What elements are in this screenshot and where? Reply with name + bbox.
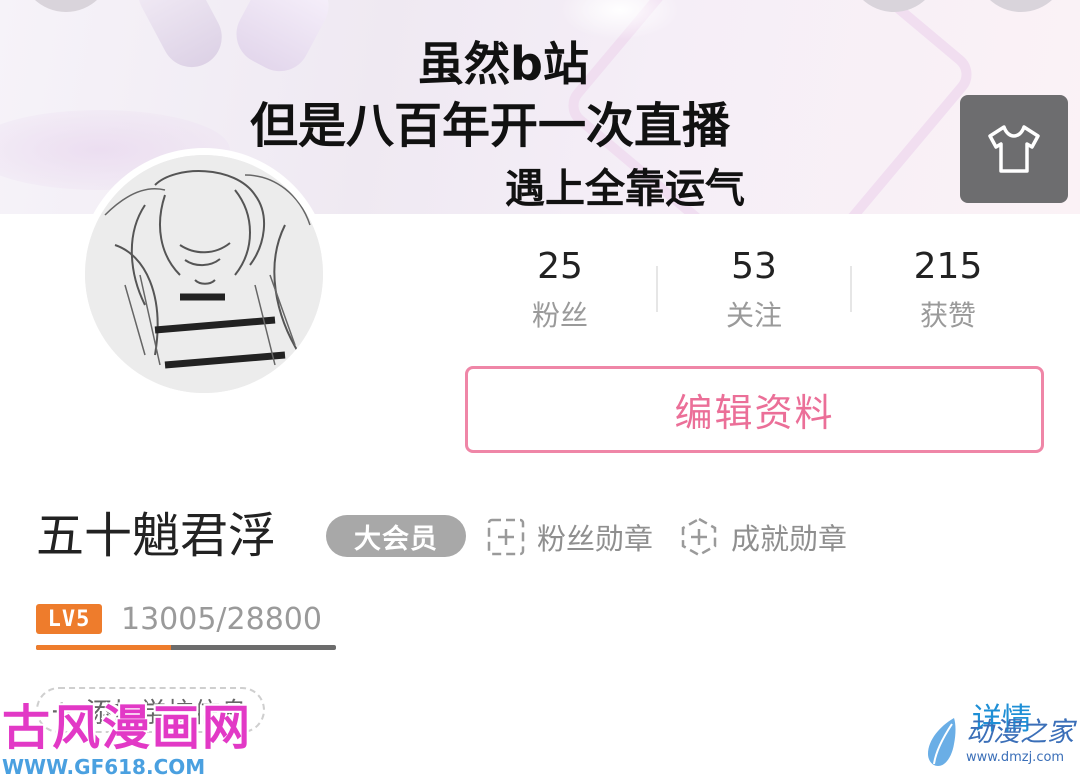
stat-likes[interactable]: 215 获赞 bbox=[853, 244, 1043, 336]
stat-value: 53 bbox=[731, 246, 777, 287]
banner-caption-line1: 虽然b站 bbox=[418, 37, 589, 91]
stat-label: 粉丝 bbox=[531, 299, 588, 332]
stat-label: 获赞 bbox=[919, 299, 976, 332]
stat-following[interactable]: 53 关注 bbox=[659, 244, 849, 336]
achievement-medal-button[interactable]: 成就勋章 bbox=[679, 515, 847, 559]
watermark-url: WWW.GF618.COM bbox=[2, 755, 206, 779]
user-avatar[interactable] bbox=[78, 148, 330, 400]
more-button[interactable] bbox=[975, 0, 1067, 12]
back-button[interactable] bbox=[20, 0, 112, 12]
avatar-image bbox=[85, 155, 323, 393]
banner-decoration bbox=[127, 0, 233, 78]
add-achievement-icon bbox=[681, 517, 717, 557]
banner-caption-line2: 但是八百年开一次直播 bbox=[250, 98, 731, 154]
watermark-right: 动漫之家 www.dmzj.com bbox=[922, 716, 1074, 768]
feather-logo-icon bbox=[928, 718, 956, 766]
watermark-title: 古风漫画网 bbox=[2, 700, 253, 756]
banner-decoration bbox=[225, 0, 340, 82]
stat-value: 215 bbox=[913, 246, 983, 287]
experience-text: 13005/28800 bbox=[121, 602, 322, 637]
add-medal-icon bbox=[487, 518, 525, 556]
tshirt-icon bbox=[988, 125, 1040, 173]
watermark-url: www.dmzj.com bbox=[966, 750, 1065, 765]
fan-medal-label: 粉丝勋章 bbox=[537, 522, 654, 556]
watermark-left: 古风漫画网 WWW.GF618.COM bbox=[2, 700, 252, 778]
profile-page: 虽然b站 但是八百年开一次直播 遇上全靠运气 25 粉丝 53 关注 215 获… bbox=[0, 0, 1080, 779]
edit-profile-button[interactable]: 编辑资料 bbox=[465, 366, 1044, 453]
level-badge: LV5 bbox=[36, 604, 102, 634]
stat-label: 关注 bbox=[725, 299, 782, 332]
change-skin-button[interactable] bbox=[960, 95, 1068, 203]
experience-bar bbox=[36, 645, 336, 650]
banner-caption-line3: 遇上全靠运气 bbox=[505, 166, 745, 212]
fan-medal-button[interactable]: 粉丝勋章 bbox=[487, 515, 653, 559]
stat-fans[interactable]: 25 粉丝 bbox=[465, 244, 655, 336]
stat-divider bbox=[656, 266, 658, 312]
achievement-medal-label: 成就勋章 bbox=[731, 522, 848, 556]
vip-badge[interactable]: 大会员 bbox=[326, 515, 466, 557]
experience-bar-fill bbox=[36, 645, 172, 650]
stat-divider bbox=[850, 266, 852, 312]
stat-value: 25 bbox=[537, 246, 583, 287]
watermark-title: 动漫之家 bbox=[966, 717, 1074, 748]
username: 五十魈君浮 bbox=[36, 508, 277, 564]
